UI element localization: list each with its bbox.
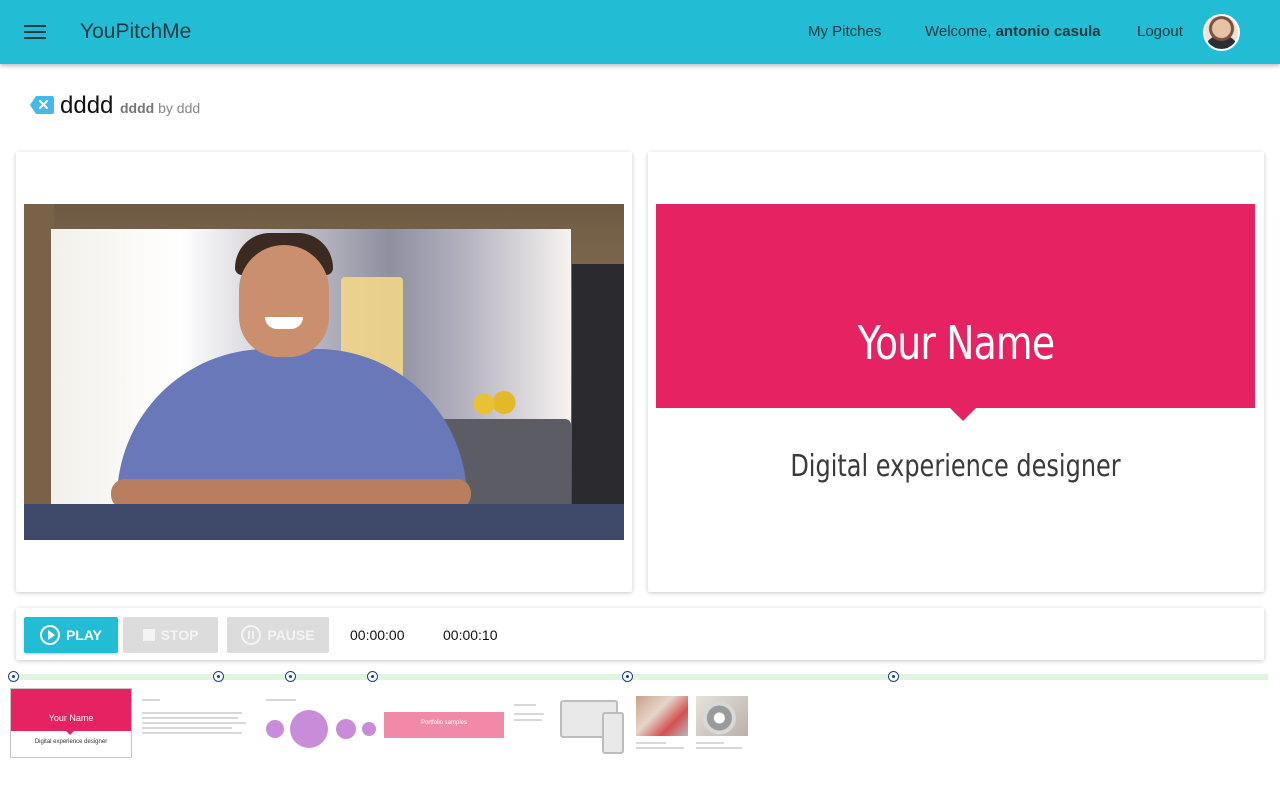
- play-button[interactable]: PLAY: [24, 617, 118, 653]
- slide-banner: Your Name: [656, 204, 1255, 421]
- thumb-text-line: [514, 719, 542, 721]
- close-tag-icon[interactable]: [30, 96, 54, 114]
- time-current: 00:00:00: [350, 627, 405, 643]
- thumb-text-line: [514, 713, 544, 715]
- thumb-photo: [636, 696, 688, 736]
- video-image: [51, 229, 571, 504]
- thumbnail-slide-7[interactable]: [696, 688, 752, 758]
- timeline-marker-icon[interactable]: [367, 671, 378, 682]
- playback-controls: PLAY STOP PAUSE 00:00:00 00:00:10: [16, 608, 1264, 660]
- timeline-marker-icon[interactable]: [285, 671, 296, 682]
- timeline-marker-icon[interactable]: [8, 671, 19, 682]
- thumb-pointer: [66, 731, 74, 735]
- thumb-text-line: [636, 747, 684, 749]
- slide-role: Digital experience designer: [790, 449, 1121, 484]
- thumb-heading-line: [142, 699, 160, 701]
- thumb-heading-line: [266, 699, 296, 701]
- thumb-role: Digital experience designer: [34, 739, 108, 745]
- thumb-text-line: [696, 742, 724, 744]
- thumb-text-line: [142, 722, 246, 724]
- person-smile: [265, 317, 303, 329]
- nav-welcome: Welcome, antonio casula: [925, 23, 1101, 40]
- pitch-title: dddd: [60, 92, 114, 119]
- video-bg-left: [24, 204, 54, 540]
- timeline-marker-icon[interactable]: [888, 671, 899, 682]
- thumbnail-slide-1[interactable]: Your Name Digital experience designer: [10, 688, 132, 758]
- nav-my-pitches[interactable]: My Pitches: [808, 23, 881, 40]
- thumb-text-line: [142, 717, 238, 719]
- thumb-text-line: [142, 727, 232, 729]
- pause-label: PAUSE: [267, 627, 315, 643]
- thumb-name: Your Name: [48, 713, 94, 723]
- thumb-text-line: [142, 712, 242, 714]
- thumb-text-line: [636, 742, 666, 744]
- slide-panel: Your Name Digital experience designer: [648, 152, 1264, 592]
- thumb-bubble: [290, 710, 328, 748]
- logout-link[interactable]: Logout: [1137, 23, 1183, 40]
- video-panel: [16, 152, 632, 592]
- thumbnail-slide-6[interactable]: [636, 688, 692, 758]
- pitch-subtitle-name: dddd: [120, 100, 155, 116]
- pause-button[interactable]: PAUSE: [227, 617, 329, 653]
- thumb-text-line: [142, 732, 242, 734]
- phone-icon: [602, 712, 624, 754]
- thumbnail-slide-4[interactable]: Portfolio samples: [384, 688, 506, 758]
- thumbnail-slide-5[interactable]: [510, 688, 630, 758]
- video-player[interactable]: [24, 204, 624, 540]
- pause-circle-icon: [241, 625, 262, 645]
- thumb-photo: [696, 696, 748, 736]
- play-label: PLAY: [65, 627, 103, 643]
- play-circle-icon: [39, 625, 60, 645]
- avatar[interactable]: [1203, 14, 1240, 51]
- stop-button[interactable]: STOP: [123, 617, 218, 653]
- thumb-bubble: [362, 722, 376, 736]
- user-name: antonio casula: [995, 23, 1101, 40]
- lemons-shape: [469, 389, 519, 419]
- thumb-bubble: [266, 720, 284, 738]
- person-head: [239, 245, 329, 357]
- menu-icon[interactable]: [24, 22, 46, 42]
- timeline-marker-icon[interactable]: [213, 671, 224, 682]
- app-title[interactable]: YouPitchMe: [80, 20, 191, 44]
- thumb-banner: [11, 689, 131, 731]
- person-arms: [111, 479, 471, 504]
- stop-label: STOP: [160, 627, 199, 643]
- slide-name: Your Name: [857, 316, 1055, 370]
- timeline-track[interactable]: [8, 671, 1268, 682]
- pitch-subtitle: dddd by ddd: [120, 100, 200, 116]
- thumb-bubble: [336, 719, 356, 739]
- thumb-heading-line: [514, 704, 536, 706]
- video-bg-right: [572, 264, 624, 540]
- thumbnail-slide-3[interactable]: [264, 688, 376, 758]
- thumbnail-slide-2[interactable]: [138, 688, 254, 758]
- thumb-text-line: [696, 747, 742, 749]
- stop-icon: [142, 629, 155, 641]
- video-bg-bottom: [24, 504, 624, 540]
- welcome-prefix: Welcome,: [925, 23, 992, 40]
- thumb-bar-label: Portfolio samples: [420, 720, 468, 726]
- pitch-subtitle-author: by ddd: [158, 100, 201, 116]
- timeline-marker-icon[interactable]: [622, 671, 633, 682]
- slide-pointer: [950, 408, 976, 421]
- app-bar: YouPitchMe My Pitches Welcome, antonio c…: [0, 0, 1280, 64]
- time-total: 00:00:10: [443, 627, 498, 643]
